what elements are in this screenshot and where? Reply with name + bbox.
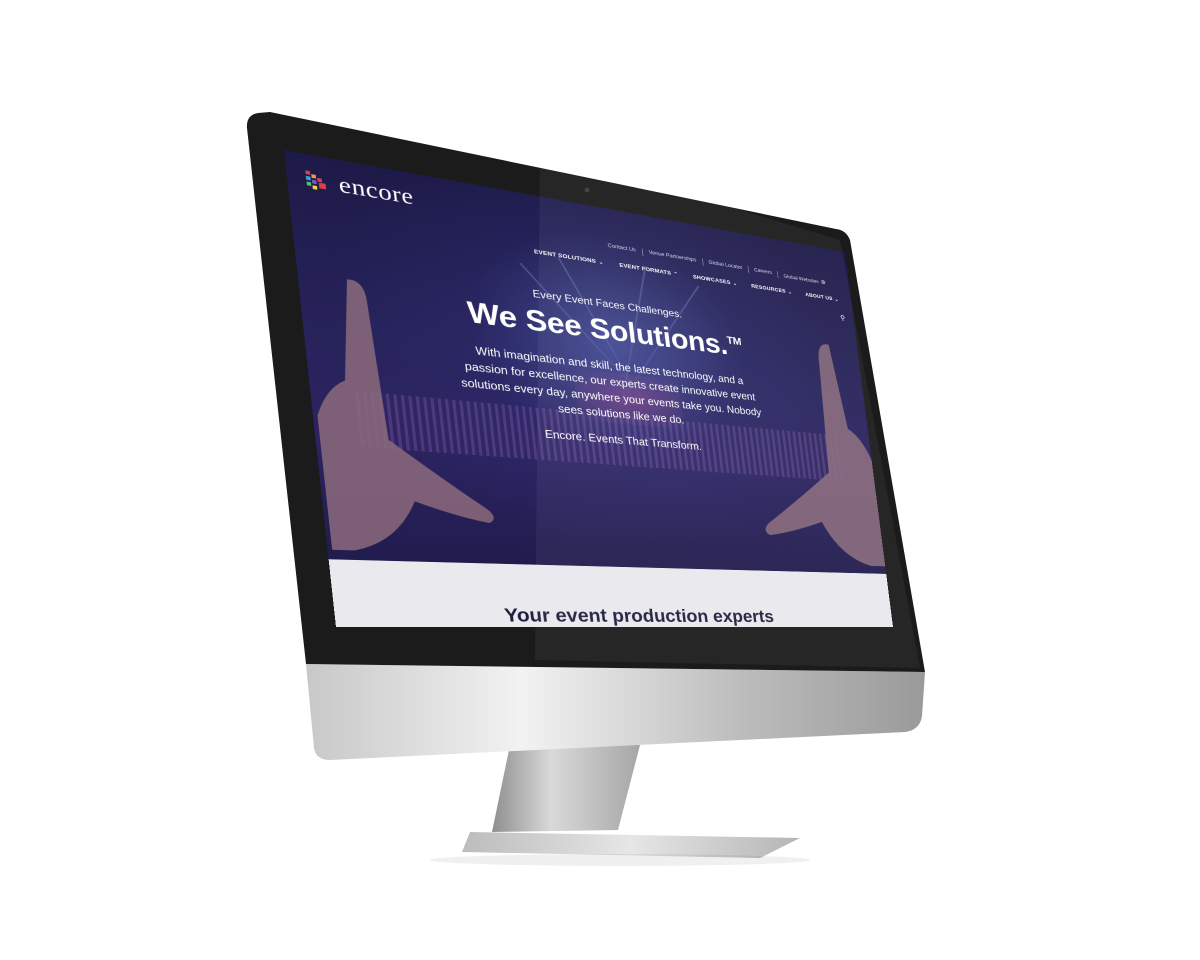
search-icon[interactable]: ⚲: [840, 314, 846, 323]
utility-link-careers[interactable]: Careers: [747, 266, 778, 279]
nav-event-solutions[interactable]: EVENT SOLUTIONS ⌄: [534, 249, 604, 266]
nav-label: SHOWCASES: [692, 274, 731, 286]
nav-showcases[interactable]: SHOWCASES ⌄: [693, 274, 738, 287]
chevron-down-icon: ⌄: [598, 260, 604, 266]
nav-label: RESOURCES: [750, 283, 787, 295]
nav-label: EVENT FORMATS: [619, 262, 672, 277]
monitor-chin: [306, 664, 925, 760]
logo-mark-icon: [305, 170, 327, 190]
encore-logo[interactable]: encore: [301, 166, 415, 211]
camera: [584, 187, 590, 193]
nav-resources[interactable]: RESOURCES ⌄: [751, 284, 792, 296]
chevron-down-icon: ⌄: [834, 297, 839, 303]
utility-link-global-websites[interactable]: Global Websites⊕: [776, 271, 832, 287]
nav-event-formats[interactable]: EVENT FORMATS ⌃: [619, 263, 678, 278]
nav-label: EVENT SOLUTIONS: [533, 248, 597, 265]
trademark-symbol: TM: [725, 333, 742, 348]
chevron-up-icon: ⌃: [673, 271, 679, 278]
chevron-down-icon: ⌄: [732, 281, 738, 287]
nav-label: ABOUT US: [805, 292, 833, 302]
globe-icon: ⊕: [820, 278, 827, 286]
chevron-down-icon: ⌄: [787, 290, 793, 296]
brand-name: encore: [337, 172, 415, 210]
utility-link-contact[interactable]: Contact Us: [601, 242, 642, 256]
nav-about-us[interactable]: ABOUT US ⌄: [805, 292, 839, 303]
hero-text-block: Every Event Faces Challenges. We See Sol…: [447, 275, 768, 458]
utility-link-global-locator[interactable]: Global Locator: [701, 258, 749, 274]
utility-link-venue-partnerships[interactable]: Venue Partnerships: [641, 248, 703, 266]
stand-neck: [492, 745, 640, 832]
section-title: Your event production experts: [503, 605, 775, 627]
global-websites-label: Global Websites: [783, 273, 820, 285]
